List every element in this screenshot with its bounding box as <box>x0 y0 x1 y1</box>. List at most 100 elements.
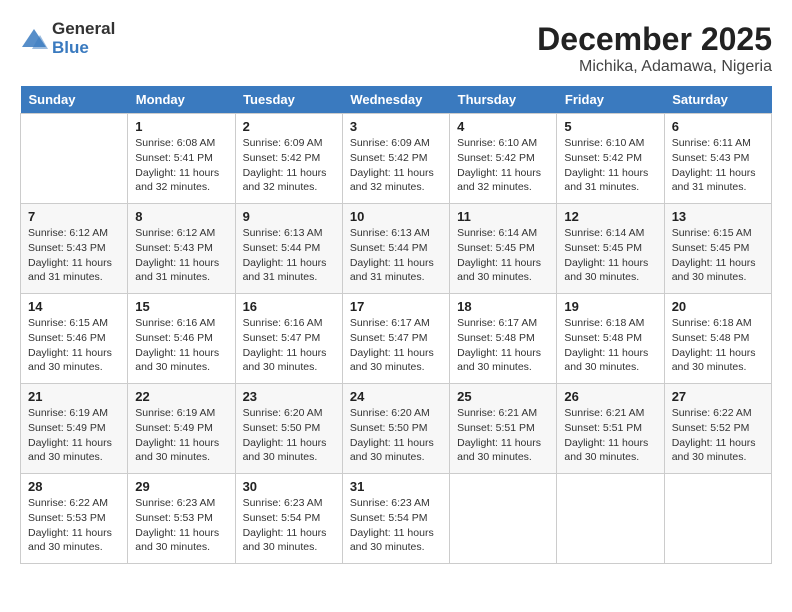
sunset-text: Sunset: 5:44 PM <box>350 241 442 256</box>
sunrise-text: Sunrise: 6:15 AM <box>28 316 120 331</box>
day-number: 3 <box>350 119 442 134</box>
daylight-text: Daylight: 11 hours and 31 minutes. <box>135 256 227 285</box>
day-number: 15 <box>135 299 227 314</box>
sunrise-text: Sunrise: 6:19 AM <box>135 406 227 421</box>
daylight-text: Daylight: 11 hours and 30 minutes. <box>350 346 442 375</box>
calendar-cell: 10 Sunrise: 6:13 AM Sunset: 5:44 PM Dayl… <box>342 204 449 294</box>
day-number: 9 <box>243 209 335 224</box>
calendar-week-3: 14 Sunrise: 6:15 AM Sunset: 5:46 PM Dayl… <box>21 294 772 384</box>
header-wednesday: Wednesday <box>342 86 449 114</box>
sunset-text: Sunset: 5:54 PM <box>350 511 442 526</box>
day-number: 20 <box>672 299 764 314</box>
cell-info: Sunrise: 6:16 AM Sunset: 5:47 PM Dayligh… <box>243 316 335 375</box>
day-number: 17 <box>350 299 442 314</box>
sunset-text: Sunset: 5:41 PM <box>135 151 227 166</box>
calendar-cell: 8 Sunrise: 6:12 AM Sunset: 5:43 PM Dayli… <box>128 204 235 294</box>
cell-info: Sunrise: 6:15 AM Sunset: 5:45 PM Dayligh… <box>672 226 764 285</box>
cell-info: Sunrise: 6:19 AM Sunset: 5:49 PM Dayligh… <box>28 406 120 465</box>
sunrise-text: Sunrise: 6:16 AM <box>243 316 335 331</box>
daylight-text: Daylight: 11 hours and 30 minutes. <box>28 526 120 555</box>
logo-blue: Blue <box>52 39 115 58</box>
calendar-cell: 2 Sunrise: 6:09 AM Sunset: 5:42 PM Dayli… <box>235 114 342 204</box>
sunrise-text: Sunrise: 6:09 AM <box>350 136 442 151</box>
calendar-cell: 9 Sunrise: 6:13 AM Sunset: 5:44 PM Dayli… <box>235 204 342 294</box>
calendar-cell: 4 Sunrise: 6:10 AM Sunset: 5:42 PM Dayli… <box>450 114 557 204</box>
header-row: Sunday Monday Tuesday Wednesday Thursday… <box>21 86 772 114</box>
cell-info: Sunrise: 6:17 AM Sunset: 5:48 PM Dayligh… <box>457 316 549 375</box>
daylight-text: Daylight: 11 hours and 30 minutes. <box>350 526 442 555</box>
daylight-text: Daylight: 11 hours and 30 minutes. <box>672 256 764 285</box>
day-number: 6 <box>672 119 764 134</box>
calendar-cell: 23 Sunrise: 6:20 AM Sunset: 5:50 PM Dayl… <box>235 384 342 474</box>
sunset-text: Sunset: 5:47 PM <box>350 331 442 346</box>
sunset-text: Sunset: 5:45 PM <box>672 241 764 256</box>
logo-general: General <box>52 20 115 39</box>
daylight-text: Daylight: 11 hours and 31 minutes. <box>672 166 764 195</box>
header-thursday: Thursday <box>450 86 557 114</box>
cell-info: Sunrise: 6:12 AM Sunset: 5:43 PM Dayligh… <box>135 226 227 285</box>
sunset-text: Sunset: 5:51 PM <box>457 421 549 436</box>
day-number: 31 <box>350 479 442 494</box>
calendar-cell <box>450 474 557 564</box>
sunrise-text: Sunrise: 6:12 AM <box>28 226 120 241</box>
day-number: 30 <box>243 479 335 494</box>
sunset-text: Sunset: 5:42 PM <box>457 151 549 166</box>
location-title: Michika, Adamawa, Nigeria <box>537 58 772 76</box>
day-number: 16 <box>243 299 335 314</box>
title-area: December 2025 Michika, Adamawa, Nigeria <box>537 20 772 76</box>
sunset-text: Sunset: 5:48 PM <box>672 331 764 346</box>
day-number: 10 <box>350 209 442 224</box>
calendar-cell: 17 Sunrise: 6:17 AM Sunset: 5:47 PM Dayl… <box>342 294 449 384</box>
sunset-text: Sunset: 5:43 PM <box>135 241 227 256</box>
sunrise-text: Sunrise: 6:12 AM <box>135 226 227 241</box>
sunrise-text: Sunrise: 6:13 AM <box>243 226 335 241</box>
header-sunday: Sunday <box>21 86 128 114</box>
calendar-cell: 1 Sunrise: 6:08 AM Sunset: 5:41 PM Dayli… <box>128 114 235 204</box>
cell-info: Sunrise: 6:10 AM Sunset: 5:42 PM Dayligh… <box>457 136 549 195</box>
day-number: 27 <box>672 389 764 404</box>
sunset-text: Sunset: 5:47 PM <box>243 331 335 346</box>
calendar-cell: 11 Sunrise: 6:14 AM Sunset: 5:45 PM Dayl… <box>450 204 557 294</box>
calendar-cell: 16 Sunrise: 6:16 AM Sunset: 5:47 PM Dayl… <box>235 294 342 384</box>
sunset-text: Sunset: 5:43 PM <box>28 241 120 256</box>
sunset-text: Sunset: 5:43 PM <box>672 151 764 166</box>
day-number: 4 <box>457 119 549 134</box>
sunrise-text: Sunrise: 6:20 AM <box>350 406 442 421</box>
day-number: 28 <box>28 479 120 494</box>
sunrise-text: Sunrise: 6:23 AM <box>350 496 442 511</box>
daylight-text: Daylight: 11 hours and 30 minutes. <box>672 436 764 465</box>
daylight-text: Daylight: 11 hours and 30 minutes. <box>28 346 120 375</box>
calendar-week-1: 1 Sunrise: 6:08 AM Sunset: 5:41 PM Dayli… <box>21 114 772 204</box>
sunset-text: Sunset: 5:53 PM <box>135 511 227 526</box>
calendar-cell: 20 Sunrise: 6:18 AM Sunset: 5:48 PM Dayl… <box>664 294 771 384</box>
day-number: 21 <box>28 389 120 404</box>
calendar-cell: 28 Sunrise: 6:22 AM Sunset: 5:53 PM Dayl… <box>21 474 128 564</box>
sunset-text: Sunset: 5:46 PM <box>28 331 120 346</box>
day-number: 19 <box>564 299 656 314</box>
sunset-text: Sunset: 5:42 PM <box>243 151 335 166</box>
calendar-week-2: 7 Sunrise: 6:12 AM Sunset: 5:43 PM Dayli… <box>21 204 772 294</box>
daylight-text: Daylight: 11 hours and 30 minutes. <box>564 436 656 465</box>
calendar-cell: 19 Sunrise: 6:18 AM Sunset: 5:48 PM Dayl… <box>557 294 664 384</box>
sunrise-text: Sunrise: 6:20 AM <box>243 406 335 421</box>
sunrise-text: Sunrise: 6:09 AM <box>243 136 335 151</box>
daylight-text: Daylight: 11 hours and 30 minutes. <box>457 436 549 465</box>
sunrise-text: Sunrise: 6:15 AM <box>672 226 764 241</box>
calendar-cell: 15 Sunrise: 6:16 AM Sunset: 5:46 PM Dayl… <box>128 294 235 384</box>
calendar-cell: 21 Sunrise: 6:19 AM Sunset: 5:49 PM Dayl… <box>21 384 128 474</box>
calendar-table: Sunday Monday Tuesday Wednesday Thursday… <box>20 86 772 564</box>
calendar-cell <box>664 474 771 564</box>
cell-info: Sunrise: 6:22 AM Sunset: 5:52 PM Dayligh… <box>672 406 764 465</box>
cell-info: Sunrise: 6:09 AM Sunset: 5:42 PM Dayligh… <box>243 136 335 195</box>
daylight-text: Daylight: 11 hours and 30 minutes. <box>672 346 764 375</box>
cell-info: Sunrise: 6:20 AM Sunset: 5:50 PM Dayligh… <box>243 406 335 465</box>
daylight-text: Daylight: 11 hours and 30 minutes. <box>457 256 549 285</box>
day-number: 29 <box>135 479 227 494</box>
day-number: 12 <box>564 209 656 224</box>
sunrise-text: Sunrise: 6:10 AM <box>457 136 549 151</box>
sunrise-text: Sunrise: 6:16 AM <box>135 316 227 331</box>
calendar-cell: 24 Sunrise: 6:20 AM Sunset: 5:50 PM Dayl… <box>342 384 449 474</box>
page-header: General Blue December 2025 Michika, Adam… <box>20 20 772 76</box>
sunset-text: Sunset: 5:48 PM <box>457 331 549 346</box>
day-number: 26 <box>564 389 656 404</box>
